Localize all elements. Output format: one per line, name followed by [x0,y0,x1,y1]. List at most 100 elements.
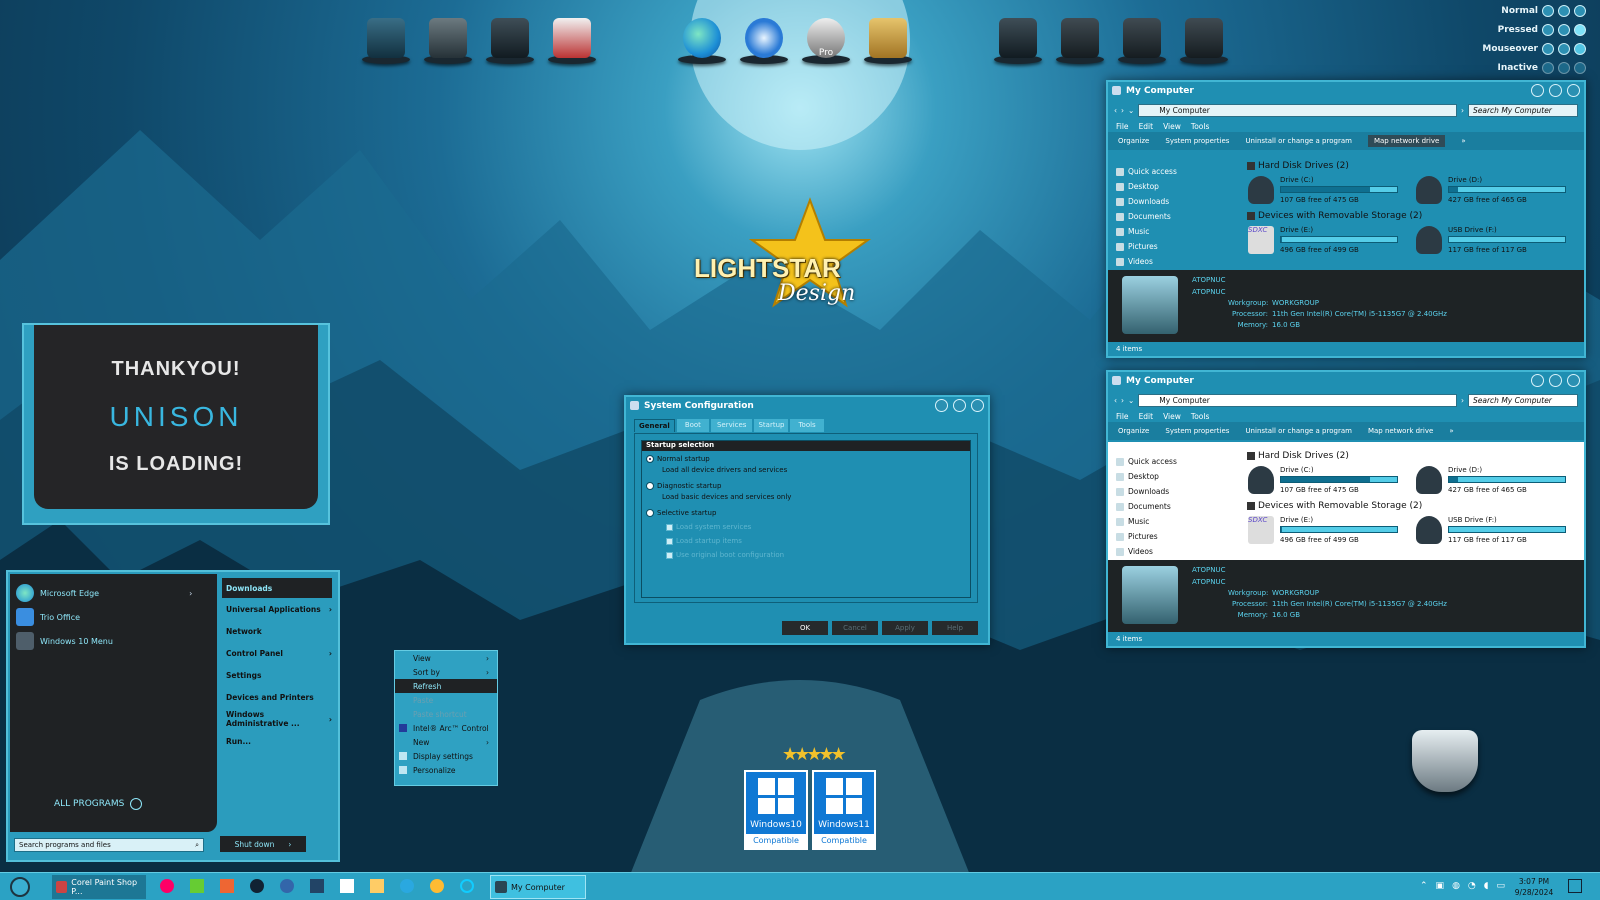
nav-pictures[interactable]: Pictures [1112,239,1238,254]
drive-e[interactable]: SDXC Drive (E:) 496 GB free of 499 GB [1248,224,1403,258]
nav-downloads[interactable]: Downloads [1112,194,1238,209]
tab-tools[interactable]: Tools [790,419,824,432]
menu-view[interactable]: View [1163,412,1181,421]
pinned-item[interactable]: Windows 10 Menu [16,632,113,650]
radio-normal[interactable]: Normal startup [642,451,970,463]
help-button[interactable] [1531,84,1544,97]
start-button[interactable] [10,877,30,897]
help-button[interactable]: Help [932,621,978,635]
checklist-icon[interactable] [546,10,598,64]
server-icon[interactable] [484,10,536,64]
start-link[interactable]: Run... [222,730,332,752]
pro-icon[interactable]: Pro [800,10,852,64]
start-link[interactable]: Devices and Printers [222,686,332,708]
security-icon[interactable]: ◍ [1452,881,1460,891]
drive-icon[interactable] [1178,10,1230,64]
uninstall-button[interactable]: Uninstall or change a program [1245,427,1352,435]
nav-desktop[interactable]: Desktop [1112,179,1238,194]
checkbox-load-startup[interactable]: Load startup items [642,531,970,545]
pinned-app-icon[interactable] [160,879,174,893]
thunderbird-icon[interactable] [738,10,790,64]
menu-tools[interactable]: Tools [1191,122,1209,131]
menu-tools[interactable]: Tools [1191,412,1209,421]
drive-f[interactable]: USB Drive (F:) 117 GB free of 117 GB [1416,514,1571,548]
forward-icon[interactable]: › [1121,396,1124,405]
taskbar-app-corel[interactable]: Corel Paint Shop P... [52,875,146,899]
start-link[interactable]: Network [222,620,332,642]
minimize-button[interactable] [1549,84,1562,97]
tab-general[interactable]: General [634,419,675,432]
tab-services[interactable]: Services [710,419,753,432]
drive-f[interactable]: USB Drive (F:) 117 GB free of 117 GB [1416,224,1571,258]
system-properties-button[interactable]: System properties [1165,427,1229,435]
drive-e[interactable]: SDXC Drive (E:) 496 GB free of 499 GB [1248,514,1403,548]
radio-selective[interactable]: Selective startup [642,501,970,517]
pinned-app-icon[interactable] [430,879,444,893]
notes-icon[interactable] [422,10,474,64]
pinned-app-icon[interactable] [190,879,204,893]
drive-d[interactable]: Drive (D:) 427 GB free of 465 GB [1416,464,1571,498]
menu-view[interactable]: View [1163,122,1181,131]
edge-icon[interactable] [676,10,728,64]
recycle-bin-icon[interactable] [1412,730,1478,792]
help-button[interactable] [1531,374,1544,387]
nav-music[interactable]: Music [1112,514,1238,529]
window-titlebar[interactable]: My Computer [1108,82,1584,100]
minimize-button[interactable] [953,399,966,412]
nav-documents[interactable]: Documents [1112,499,1238,514]
search-input[interactable]: Search My Computer [1468,393,1578,407]
pinned-app-icon[interactable] [250,879,264,893]
menu-file[interactable]: File [1116,412,1129,421]
back-icon[interactable]: ‹ [1114,396,1117,405]
context-item-sort[interactable]: Sort by › [395,665,497,679]
start-link-downloads[interactable]: Downloads [222,578,332,598]
uninstall-button[interactable]: Uninstall or change a program [1245,137,1352,145]
notifications-icon[interactable] [1568,879,1582,893]
chevron-down-icon[interactable]: ⌄ [1128,396,1134,405]
context-item-paste[interactable]: Paste [395,693,497,707]
checkbox-original-boot[interactable]: Use original boot configuration [642,545,970,559]
close-button[interactable] [1567,84,1580,97]
pinned-app-icon[interactable] [220,879,234,893]
close-button[interactable] [1567,374,1580,387]
pinned-item[interactable]: Trio Office [16,608,80,626]
drive-c[interactable]: Drive (C:) 107 GB free of 475 GB [1248,174,1403,208]
window-titlebar[interactable]: System Configuration [626,397,988,415]
volume-icon[interactable]: ◖ [1484,881,1489,891]
radio-diagnostic[interactable]: Diagnostic startup [642,474,970,490]
menu-file[interactable]: File [1116,122,1129,131]
chevron-up-icon[interactable]: ⌃ [1420,881,1428,891]
nav-quick-access[interactable]: Quick access [1112,454,1238,469]
context-item-refresh[interactable]: Refresh [395,679,497,693]
computer-icon[interactable] [360,10,412,64]
window-titlebar[interactable]: My Computer [1108,372,1584,390]
clock[interactable]: 3:07 PM 9/28/2024 [1512,876,1556,898]
pinned-app-icon[interactable] [340,879,354,893]
wifi-icon[interactable]: ◔ [1468,881,1476,891]
address-book-icon[interactable] [862,10,914,64]
minimize-button[interactable] [1549,374,1562,387]
drive-d[interactable]: Drive (D:) 427 GB free of 465 GB [1416,174,1571,208]
help-button[interactable] [935,399,948,412]
search-input[interactable]: Search My Computer [1468,103,1578,117]
map-network-drive-button[interactable]: Map network drive [1367,135,1446,147]
pinned-app-icon[interactable] [460,879,474,893]
context-item-new[interactable]: New › [395,735,497,749]
start-link[interactable]: Control Panel › [222,642,332,664]
ok-button[interactable]: OK [782,621,828,635]
tab-boot[interactable]: Boot [676,419,709,432]
go-icon[interactable]: › [1461,396,1464,405]
nav-documents[interactable]: Documents [1112,209,1238,224]
go-icon[interactable]: › [1461,106,1464,115]
system-properties-button[interactable]: System properties [1165,137,1229,145]
checkbox-load-services[interactable]: Load system services [642,517,970,531]
address-input[interactable]: My Computer [1138,393,1457,407]
network-icon[interactable]: ▣ [1436,881,1445,891]
back-icon[interactable]: ‹ [1114,106,1117,115]
drive-c[interactable]: Drive (C:) 107 GB free of 475 GB [1248,464,1403,498]
menu-edit[interactable]: Edit [1139,412,1154,421]
context-item-intel[interactable]: Intel® Arc™ Control [395,721,497,735]
pinned-app-icon[interactable] [370,879,384,893]
address-input[interactable]: My Computer [1138,103,1457,117]
nav-desktop[interactable]: Desktop [1112,469,1238,484]
